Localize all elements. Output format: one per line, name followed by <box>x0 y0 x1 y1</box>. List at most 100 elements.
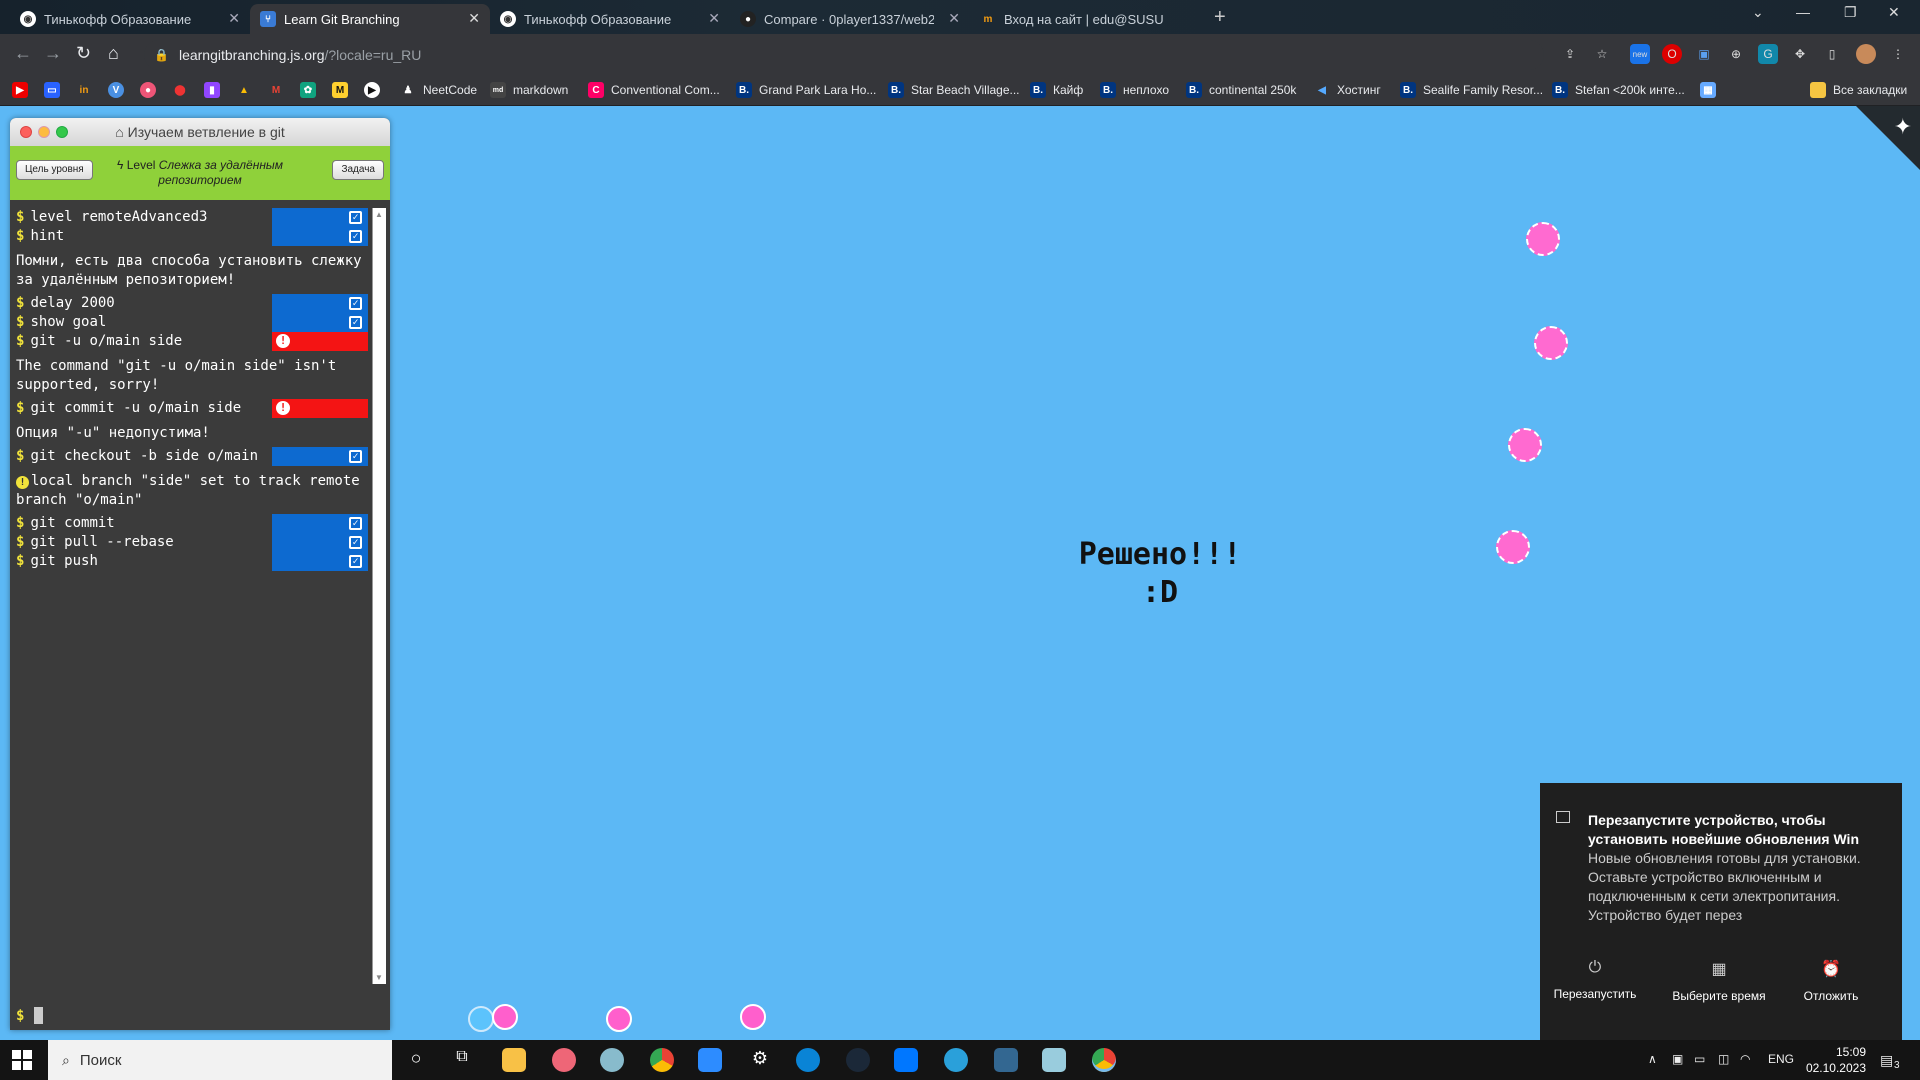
action-center-icon[interactable]: ▤ <box>1880 1052 1893 1069</box>
chrome-icon[interactable] <box>650 1048 674 1072</box>
menu-kebab-icon[interactable]: ⋮ <box>1888 44 1908 64</box>
task-view-icon[interactable]: ⧉ <box>450 1048 474 1072</box>
snooze-button[interactable]: ⏰ Отложить <box>1776 959 1886 1003</box>
new-tab-button[interactable]: + <box>1214 6 1226 29</box>
all-bookmarks-folder[interactable]: Все закладки <box>1810 82 1907 98</box>
bookmark-stefan[interactable]: B. Stefan <200k инте... <box>1552 82 1685 98</box>
extension-opera-icon[interactable]: O <box>1662 44 1682 64</box>
app-icon[interactable] <box>1042 1048 1066 1072</box>
paint-icon[interactable] <box>600 1048 624 1072</box>
drive-bookmark[interactable]: ▲ <box>236 82 259 98</box>
command-input[interactable] <box>34 1007 43 1024</box>
commit-node[interactable] <box>1534 326 1568 360</box>
tab-compare[interactable]: ● Compare · 0player1337/web20 ✕ <box>730 4 970 34</box>
battery-icon[interactable]: ▭ <box>1694 1052 1705 1066</box>
app-bookmark[interactable]: ● <box>140 82 163 98</box>
address-bar[interactable]: 🔒 learngitbranching.js.org /?locale=ru_R… <box>144 40 1544 70</box>
bookmark-misc[interactable]: ▦ <box>1700 82 1723 98</box>
gmail-bookmark[interactable]: M <box>268 82 291 98</box>
miro-bookmark[interactable]: M <box>332 82 355 98</box>
app-icon[interactable] <box>552 1048 576 1072</box>
play-bookmark[interactable]: ▶ <box>364 82 387 98</box>
postgres-icon[interactable] <box>994 1048 1018 1072</box>
tab-tinkoff-1[interactable]: ◉ Тинькофф Образование ✕ <box>10 4 250 34</box>
chatgpt-bookmark[interactable]: ✿ <box>300 82 323 98</box>
level-task-button[interactable]: Задача <box>332 160 384 180</box>
start-button[interactable] <box>12 1050 32 1070</box>
terminal-scrollbar[interactable]: ▲ ▼ <box>372 208 386 984</box>
vk-icon[interactable] <box>894 1048 918 1072</box>
network-icon[interactable]: ◫ <box>1718 1052 1729 1066</box>
close-icon[interactable]: ✕ <box>228 10 240 27</box>
youtube-bookmark[interactable]: ▶ <box>12 82 35 98</box>
scroll-down-icon[interactable]: ▼ <box>375 973 383 982</box>
edge-icon[interactable] <box>796 1048 820 1072</box>
language-indicator[interactable]: ENG <box>1768 1052 1794 1066</box>
taskbar-clock[interactable]: 15:09 02.10.2023 <box>1800 1044 1866 1076</box>
bookmark-kaif[interactable]: B. Кайф <box>1030 82 1083 98</box>
extension-translate-icon[interactable]: G <box>1758 44 1778 64</box>
chat-bookmark[interactable]: ▭ <box>44 82 67 98</box>
twitch-bookmark[interactable]: ▮ <box>204 82 227 98</box>
tab-tinkoff-2[interactable]: ◉ Тинькофф Образование ✕ <box>490 4 730 34</box>
bookmark-neetcode[interactable]: ♟ NeetCode <box>400 82 478 98</box>
back-icon[interactable]: ← <box>14 43 32 64</box>
restart-button[interactable]: ⏻ Перезапустить <box>1540 959 1650 1001</box>
maximize-dot-icon[interactable] <box>56 126 68 138</box>
tray-expand-icon[interactable]: ∧ <box>1648 1052 1657 1066</box>
tab-search-icon[interactable]: ⌄ <box>1752 4 1764 21</box>
wifi-icon[interactable]: ◠ <box>1740 1052 1750 1066</box>
cortana-icon[interactable]: ○ <box>404 1048 428 1072</box>
linkedin-bookmark[interactable]: in <box>76 82 99 98</box>
close-window-button[interactable]: ✕ <box>1888 4 1900 21</box>
home-icon[interactable]: ⌂ <box>108 43 119 64</box>
extension-new-icon[interactable]: new <box>1630 44 1650 64</box>
bookmark-neplokho[interactable]: B. неплохо <box>1100 82 1169 98</box>
tab-edu-susu[interactable]: m Вход на сайт | edu@SUSU <box>970 4 1205 34</box>
bookmark-markdown[interactable]: md markdown <box>490 82 568 98</box>
share-icon[interactable]: ⇪ <box>1560 44 1580 64</box>
commit-node[interactable] <box>468 1006 494 1032</box>
close-icon[interactable]: ✕ <box>948 10 960 27</box>
minimize-dot-icon[interactable] <box>38 126 50 138</box>
commit-node[interactable] <box>492 1004 518 1030</box>
tab-learn-git-branching[interactable]: ⑂ Learn Git Branching ✕ <box>250 4 490 34</box>
bookmark-hosting[interactable]: ◀ Хостинг <box>1314 82 1381 98</box>
commit-node[interactable] <box>1508 428 1542 462</box>
extension-screen-icon[interactable]: ▣ <box>1694 44 1714 64</box>
minimize-button[interactable]: — <box>1796 4 1810 20</box>
commit-node[interactable] <box>1526 222 1560 256</box>
telegram-icon[interactable] <box>944 1048 968 1072</box>
extension-globe-icon[interactable]: ⊕ <box>1726 44 1746 64</box>
commit-node[interactable] <box>606 1006 632 1032</box>
maps-bookmark[interactable]: ⬤ <box>172 82 195 98</box>
bookmark-star-icon[interactable]: ☆ <box>1592 44 1612 64</box>
zoom-icon[interactable] <box>698 1048 722 1072</box>
pick-time-button[interactable]: ▦ Выберите время <box>1664 959 1774 1003</box>
bookmark-star-beach[interactable]: B. Star Beach Village... <box>888 82 1020 98</box>
commit-node[interactable] <box>1496 530 1530 564</box>
reload-icon[interactable]: ↻ <box>76 43 91 64</box>
close-icon[interactable]: ✕ <box>468 10 480 27</box>
bookmark-conventional[interactable]: C Conventional Com... <box>588 82 720 98</box>
extensions-puzzle-icon[interactable]: ✥ <box>1790 44 1810 64</box>
taskbar-search[interactable]: ⌕ Поиск <box>48 1040 392 1080</box>
bookmark-sealife[interactable]: B. Sealife Family Resor... <box>1400 82 1543 98</box>
close-dot-icon[interactable] <box>20 126 32 138</box>
forward-icon[interactable]: → <box>44 43 62 64</box>
vivaldi-bookmark[interactable]: V <box>108 82 131 98</box>
steam-icon[interactable] <box>846 1048 870 1072</box>
level-goal-button[interactable]: Цель уровня <box>16 160 93 180</box>
side-panel-icon[interactable]: ▯ <box>1822 44 1842 64</box>
close-icon[interactable]: ✕ <box>708 10 720 27</box>
scroll-up-icon[interactable]: ▲ <box>375 210 383 219</box>
file-explorer-icon[interactable] <box>502 1048 526 1072</box>
settings-gear-icon[interactable]: ⚙ <box>748 1048 772 1072</box>
bookmark-grand-park[interactable]: B. Grand Park Lara Ho... <box>736 82 876 98</box>
commit-node[interactable] <box>740 1004 766 1030</box>
restore-button[interactable]: ❐ <box>1844 4 1857 21</box>
avatar[interactable] <box>1856 44 1876 64</box>
tray-app-icon[interactable]: ▣ <box>1672 1052 1683 1066</box>
chrome-active-icon[interactable] <box>1092 1048 1116 1072</box>
bookmark-continental[interactable]: B. continental 250k <box>1186 82 1296 98</box>
